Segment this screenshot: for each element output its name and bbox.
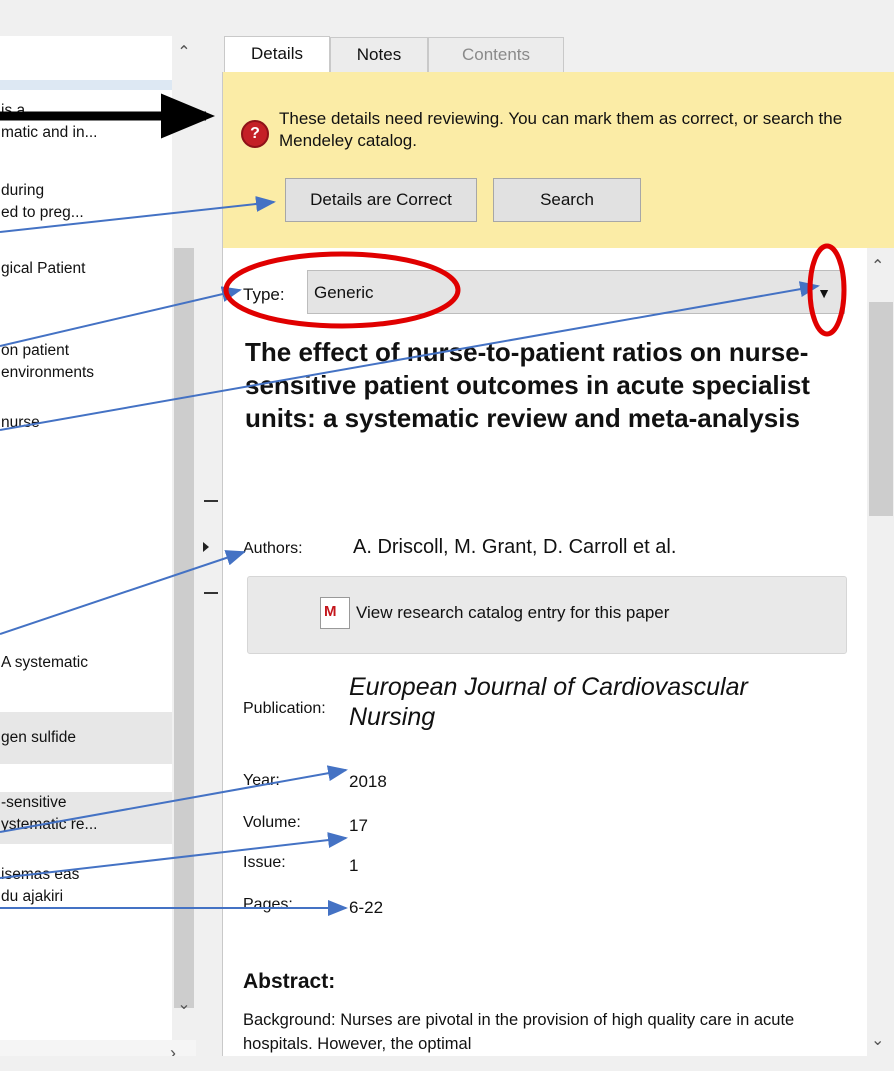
arrow-to-dropdown (0, 281, 820, 431)
red-circle-dropdown (807, 243, 847, 337)
arrow-to-details-correct (0, 196, 276, 233)
annotation-overlay (0, 93, 847, 916)
arrow-to-authors (0, 550, 246, 635)
red-circle-type (223, 251, 461, 329)
arrow-to-issue (0, 832, 348, 879)
arrow-to-type (0, 286, 242, 347)
arrow-to-year (0, 765, 348, 833)
